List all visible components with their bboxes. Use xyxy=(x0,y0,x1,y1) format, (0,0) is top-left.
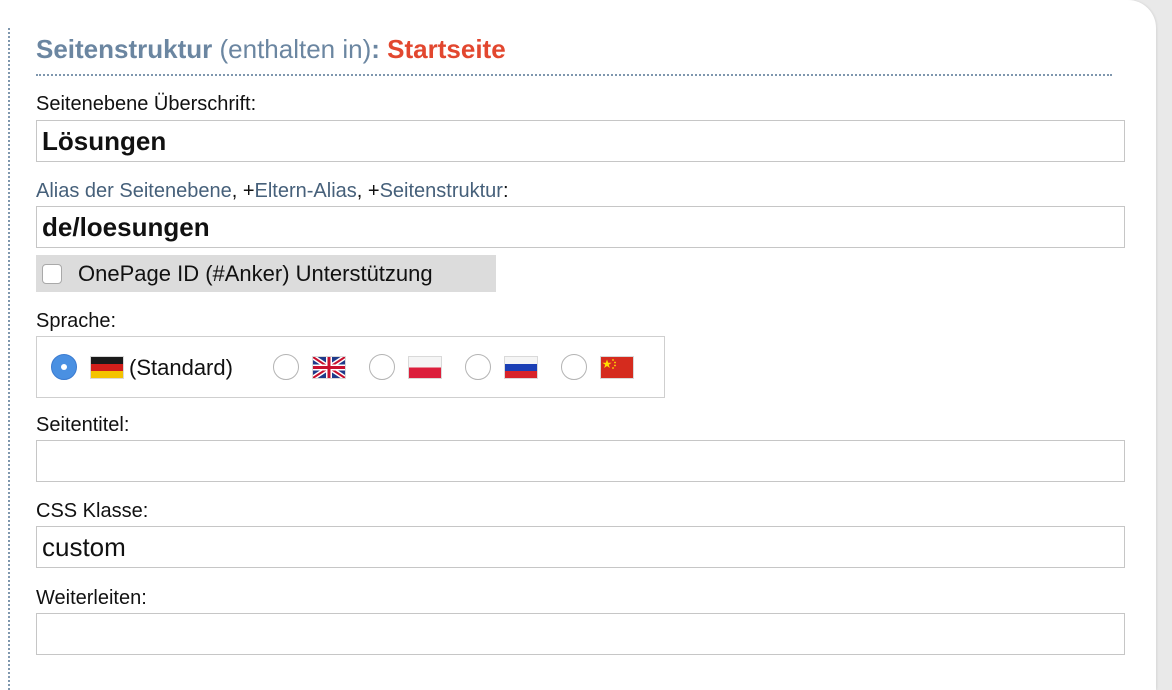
heading-divider xyxy=(36,74,1112,76)
flag-russia-icon xyxy=(505,357,537,378)
flag-china-icon xyxy=(601,357,633,378)
language-label: Sprache: xyxy=(36,310,117,332)
heading-field-label: Seitenebene Überschrift: xyxy=(36,93,257,115)
css-class-label: CSS Klasse: xyxy=(36,500,149,522)
alias-label-parent[interactable]: Eltern-Alias xyxy=(255,180,357,202)
alias-label-end: : xyxy=(502,180,509,202)
flag-germany-icon xyxy=(91,357,123,378)
flag-poland-icon xyxy=(409,357,441,378)
page-heading: Seitenstruktur (enthalten in): Startseit… xyxy=(36,34,506,65)
onepage-option[interactable]: OnePage ID (#Anker) Unterstützung xyxy=(36,255,496,292)
heading-input[interactable] xyxy=(36,120,1125,162)
form-panel: Seitenstruktur (enthalten in): Startseit… xyxy=(0,0,1156,690)
left-dotted-border xyxy=(8,28,10,690)
heading-parenthetical: (enthalten in) xyxy=(219,34,372,64)
language-radio-chinese[interactable] xyxy=(561,354,587,380)
redirect-input[interactable] xyxy=(36,613,1125,655)
alias-input[interactable] xyxy=(36,206,1125,248)
language-radio-polish[interactable] xyxy=(369,354,395,380)
onepage-checkbox[interactable] xyxy=(42,263,62,284)
language-radio-english[interactable] xyxy=(273,354,299,380)
onepage-label: OnePage ID (#Anker) Unterstützung xyxy=(78,260,433,286)
heading-title: Seitenstruktur xyxy=(36,34,213,64)
page-title-label: Seitentitel: xyxy=(36,414,130,436)
language-radio-german[interactable] xyxy=(51,354,77,380)
css-class-input[interactable] xyxy=(36,526,1125,568)
heading-colon: : xyxy=(371,34,380,64)
page-title-input[interactable] xyxy=(36,440,1125,482)
heading-parent-page[interactable]: Startseite xyxy=(387,34,506,64)
language-selector: (Standard) xyxy=(36,336,665,398)
alias-label-sep1: , + xyxy=(231,180,255,202)
alias-label-structure[interactable]: Seitenstruktur xyxy=(380,180,503,202)
alias-label-own[interactable]: Alias der Seitenebene xyxy=(36,180,232,202)
language-default-label: (Standard) xyxy=(129,355,233,380)
flag-uk-icon xyxy=(313,357,345,378)
alias-label-sep2: , + xyxy=(356,180,380,202)
alias-field-label: Alias der Seitenebene, +Eltern-Alias, +S… xyxy=(36,180,509,203)
redirect-label: Weiterleiten: xyxy=(36,587,147,609)
language-radio-russian[interactable] xyxy=(465,354,491,380)
